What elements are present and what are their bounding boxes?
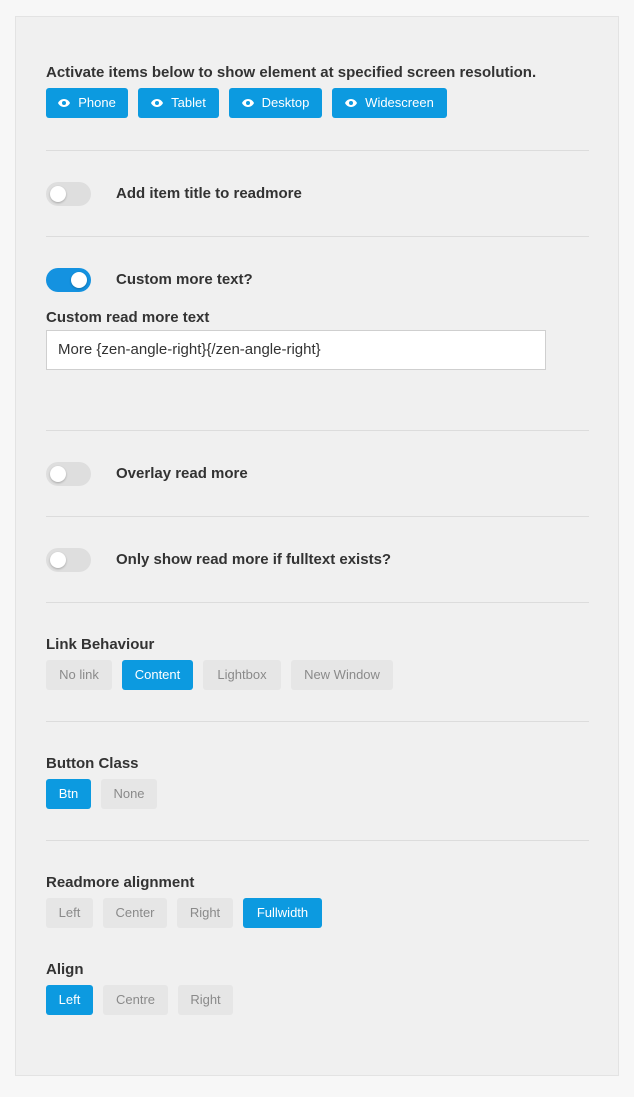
divider — [46, 430, 589, 431]
eye-icon — [151, 88, 164, 118]
divider — [46, 721, 589, 722]
readmore-align-right[interactable]: Right — [177, 898, 233, 928]
link-option-no-link[interactable]: No link — [46, 660, 112, 690]
align-right[interactable]: Right — [178, 985, 233, 1015]
readmore-align-fullwidth[interactable]: Fullwidth — [243, 898, 322, 928]
overlay-toggle[interactable] — [46, 462, 91, 486]
desktop-button-label: Desktop — [261, 95, 310, 110]
only-fulltext-toggle[interactable] — [46, 548, 91, 572]
toggle-knob — [50, 552, 66, 568]
link-behaviour-label: Link Behaviour — [46, 636, 155, 653]
toggle-knob — [50, 466, 66, 482]
toggle-knob — [50, 186, 66, 202]
button-class-none[interactable]: None — [101, 779, 157, 809]
custom-read-more-label: Custom read more text — [46, 309, 210, 326]
align-centre[interactable]: Centre — [103, 985, 168, 1015]
divider — [46, 236, 589, 237]
divider — [46, 516, 589, 517]
readmore-align-center[interactable]: Center — [103, 898, 167, 928]
visibility-label: Activate items below to show element at … — [46, 64, 537, 81]
only-fulltext-label: Only show read more if fulltext exists? — [116, 551, 392, 568]
eye-icon — [58, 88, 71, 118]
button-class-btn[interactable]: Btn — [46, 779, 91, 809]
custom-more-toggle[interactable] — [46, 268, 91, 292]
button-class-label: Button Class — [46, 755, 139, 772]
divider — [46, 150, 589, 151]
tablet-button[interactable]: Tablet — [138, 88, 219, 118]
link-option-lightbox[interactable]: Lightbox — [203, 660, 281, 690]
align-left[interactable]: Left — [46, 985, 93, 1015]
eye-icon — [241, 88, 254, 118]
overlay-label: Overlay read more — [116, 465, 248, 482]
add-title-toggle[interactable] — [46, 182, 91, 206]
add-title-label: Add item title to readmore — [116, 185, 302, 202]
phone-button[interactable]: Phone — [46, 88, 128, 118]
divider — [46, 840, 589, 841]
align-label: Align — [46, 961, 84, 978]
phone-button-label: Phone — [78, 95, 116, 110]
desktop-button[interactable]: Desktop — [229, 88, 322, 118]
tablet-button-label: Tablet — [171, 95, 206, 110]
toggle-knob — [71, 272, 87, 288]
readmore-alignment-label: Readmore alignment — [46, 874, 195, 891]
divider — [46, 602, 589, 603]
readmore-align-left[interactable]: Left — [46, 898, 93, 928]
custom-more-label: Custom more text? — [116, 271, 253, 288]
widescreen-button[interactable]: Widescreen — [332, 88, 447, 118]
settings-panel: Activate items below to show element at … — [15, 16, 619, 1076]
widescreen-button-label: Widescreen — [365, 95, 434, 110]
link-option-new-window[interactable]: New Window — [291, 660, 393, 690]
custom-read-more-input[interactable]: More {zen-angle-right}{/zen-angle-right} — [46, 330, 546, 370]
eye-icon — [345, 88, 358, 118]
link-option-content[interactable]: Content — [122, 660, 193, 690]
